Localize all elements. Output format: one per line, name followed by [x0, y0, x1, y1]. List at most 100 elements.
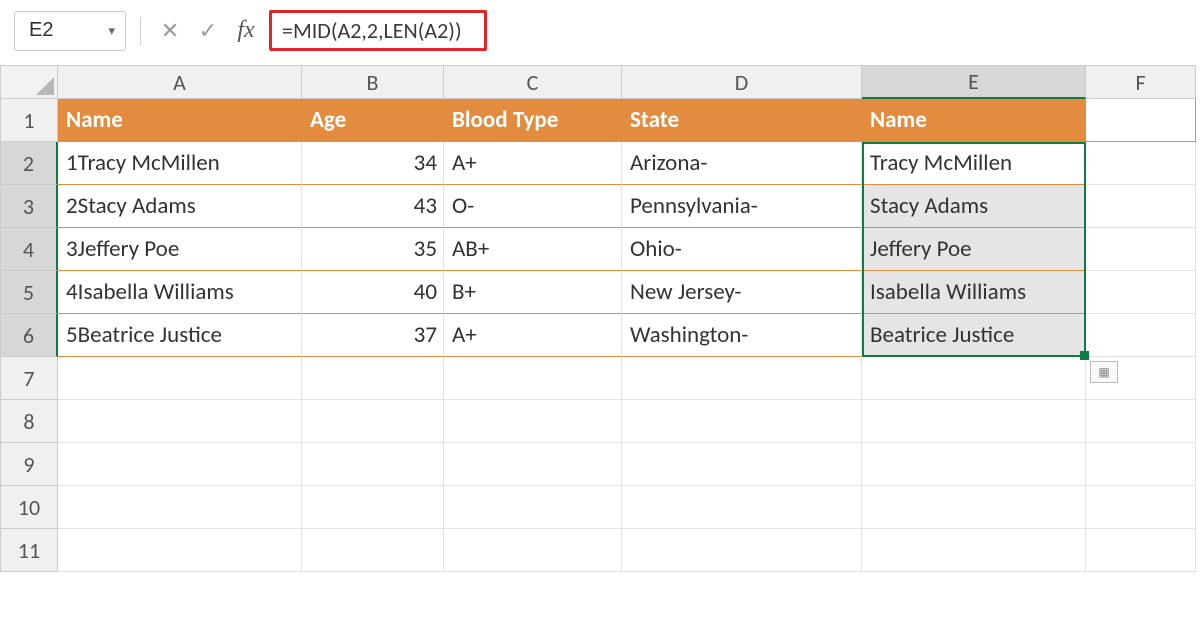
cell-E2[interactable]: Tracy McMillen: [862, 142, 1086, 185]
row-head-10[interactable]: 10: [0, 486, 58, 529]
insert-function-button[interactable]: fx: [231, 16, 261, 46]
cell-A3[interactable]: 2Stacy Adams: [58, 185, 302, 228]
cell-F5[interactable]: [1086, 271, 1196, 314]
cell-D8[interactable]: [622, 400, 862, 443]
cell-C9[interactable]: [444, 443, 622, 486]
cell-B5[interactable]: 40: [302, 271, 444, 314]
cell-F4[interactable]: [1086, 228, 1196, 271]
cell-E8[interactable]: [862, 400, 1086, 443]
chevron-down-icon[interactable]: ▾: [108, 23, 115, 39]
cell-A11[interactable]: [58, 529, 302, 572]
row-head-9[interactable]: 9: [0, 443, 58, 486]
cell-C6[interactable]: A+: [444, 314, 622, 357]
cell-C7[interactable]: [444, 357, 622, 400]
cell-B11[interactable]: [302, 529, 444, 572]
cell-F8[interactable]: [1086, 400, 1196, 443]
formula-input[interactable]: =MID(A2,2,LEN(A2)): [269, 10, 487, 51]
cell-B9[interactable]: [302, 443, 444, 486]
cell-A8[interactable]: [58, 400, 302, 443]
cell-B4[interactable]: 35: [302, 228, 444, 271]
select-all-triangle[interactable]: [0, 65, 58, 99]
cell-B7[interactable]: [302, 357, 444, 400]
cell-A5[interactable]: 4Isabella Williams: [58, 271, 302, 314]
cell-E11[interactable]: [862, 529, 1086, 572]
cell-D3[interactable]: Pennsylvania-: [622, 185, 862, 228]
cell-C3[interactable]: O-: [444, 185, 622, 228]
cell-E6[interactable]: Beatrice Justice: [862, 314, 1086, 357]
cell-A4[interactable]: 3Jeffery Poe: [58, 228, 302, 271]
cell-C8[interactable]: [444, 400, 622, 443]
row-head-7[interactable]: 7: [0, 357, 58, 400]
cell-B10[interactable]: [302, 486, 444, 529]
col-head-B[interactable]: B: [302, 65, 444, 99]
cell-D4[interactable]: Ohio-: [622, 228, 862, 271]
formula-bar: E2 ▾ ✕ ✓ fx =MID(A2,2,LEN(A2)): [0, 0, 1200, 65]
row-head-3[interactable]: 3: [0, 185, 58, 228]
cell-A7[interactable]: [58, 357, 302, 400]
col-head-C[interactable]: C: [444, 65, 622, 99]
cell-E7[interactable]: [862, 357, 1086, 400]
cell-D1[interactable]: State: [622, 99, 862, 142]
cell-C5[interactable]: B+: [444, 271, 622, 314]
cell-F1[interactable]: [1086, 99, 1196, 142]
formula-text: =MID(A2,2,LEN(A2)): [282, 17, 462, 44]
column-headers: A B C D E F: [0, 65, 1200, 99]
cell-C11[interactable]: [444, 529, 622, 572]
cell-B6[interactable]: 37: [302, 314, 444, 357]
cell-A6[interactable]: 5Beatrice Justice: [58, 314, 302, 357]
cell-E4[interactable]: Jeffery Poe: [862, 228, 1086, 271]
cell-B1[interactable]: Age: [302, 99, 444, 142]
table-row: 1 Name Age Blood Type State Name: [0, 99, 1200, 142]
cell-C1[interactable]: Blood Type: [444, 99, 622, 142]
cell-F2[interactable]: [1086, 142, 1196, 185]
name-box[interactable]: E2 ▾: [14, 11, 126, 51]
table-row: 8: [0, 400, 1200, 443]
cell-A9[interactable]: [58, 443, 302, 486]
cell-C2[interactable]: A+: [444, 142, 622, 185]
col-head-A[interactable]: A: [58, 65, 302, 99]
cell-F11[interactable]: [1086, 529, 1196, 572]
cell-A1[interactable]: Name: [58, 99, 302, 142]
row-head-11[interactable]: 11: [0, 529, 58, 572]
col-head-D[interactable]: D: [622, 65, 862, 99]
cell-D6[interactable]: Washington-: [622, 314, 862, 357]
cell-E10[interactable]: [862, 486, 1086, 529]
table-row: 10: [0, 486, 1200, 529]
row-head-5[interactable]: 5: [0, 271, 58, 314]
cell-C10[interactable]: [444, 486, 622, 529]
row-head-2[interactable]: 2: [0, 142, 58, 185]
cell-D2[interactable]: Arizona-: [622, 142, 862, 185]
spreadsheet-grid[interactable]: A B C D E F 1 Name Age Blood Type State …: [0, 65, 1200, 572]
cell-D11[interactable]: [622, 529, 862, 572]
cancel-formula-button[interactable]: ✕: [155, 16, 185, 46]
cell-C4[interactable]: AB+: [444, 228, 622, 271]
cell-D10[interactable]: [622, 486, 862, 529]
cell-E3[interactable]: Stacy Adams: [862, 185, 1086, 228]
table-row: 11: [0, 529, 1200, 572]
cell-F9[interactable]: [1086, 443, 1196, 486]
cell-D7[interactable]: [622, 357, 862, 400]
confirm-formula-button[interactable]: ✓: [193, 16, 223, 46]
cell-F10[interactable]: [1086, 486, 1196, 529]
cell-F6[interactable]: [1086, 314, 1196, 357]
row-head-8[interactable]: 8: [0, 400, 58, 443]
row-head-4[interactable]: 4: [0, 228, 58, 271]
cell-E1[interactable]: Name: [862, 99, 1086, 142]
cell-D9[interactable]: [622, 443, 862, 486]
row-head-1[interactable]: 1: [0, 99, 58, 142]
row-head-6[interactable]: 6: [0, 314, 58, 357]
cell-B8[interactable]: [302, 400, 444, 443]
cell-E5[interactable]: Isabella Williams: [862, 271, 1086, 314]
cell-B3[interactable]: 43: [302, 185, 444, 228]
col-head-F[interactable]: F: [1086, 65, 1196, 99]
fx-icon: fx: [237, 17, 254, 44]
autofill-options-button[interactable]: ▦: [1090, 361, 1118, 383]
cell-F3[interactable]: [1086, 185, 1196, 228]
col-head-E[interactable]: E: [862, 65, 1086, 99]
cell-E9[interactable]: [862, 443, 1086, 486]
cell-D5[interactable]: New Jersey-: [622, 271, 862, 314]
table-row: 7: [0, 357, 1200, 400]
cell-B2[interactable]: 34: [302, 142, 444, 185]
cell-A10[interactable]: [58, 486, 302, 529]
cell-A2[interactable]: 1Tracy McMillen: [58, 142, 302, 185]
